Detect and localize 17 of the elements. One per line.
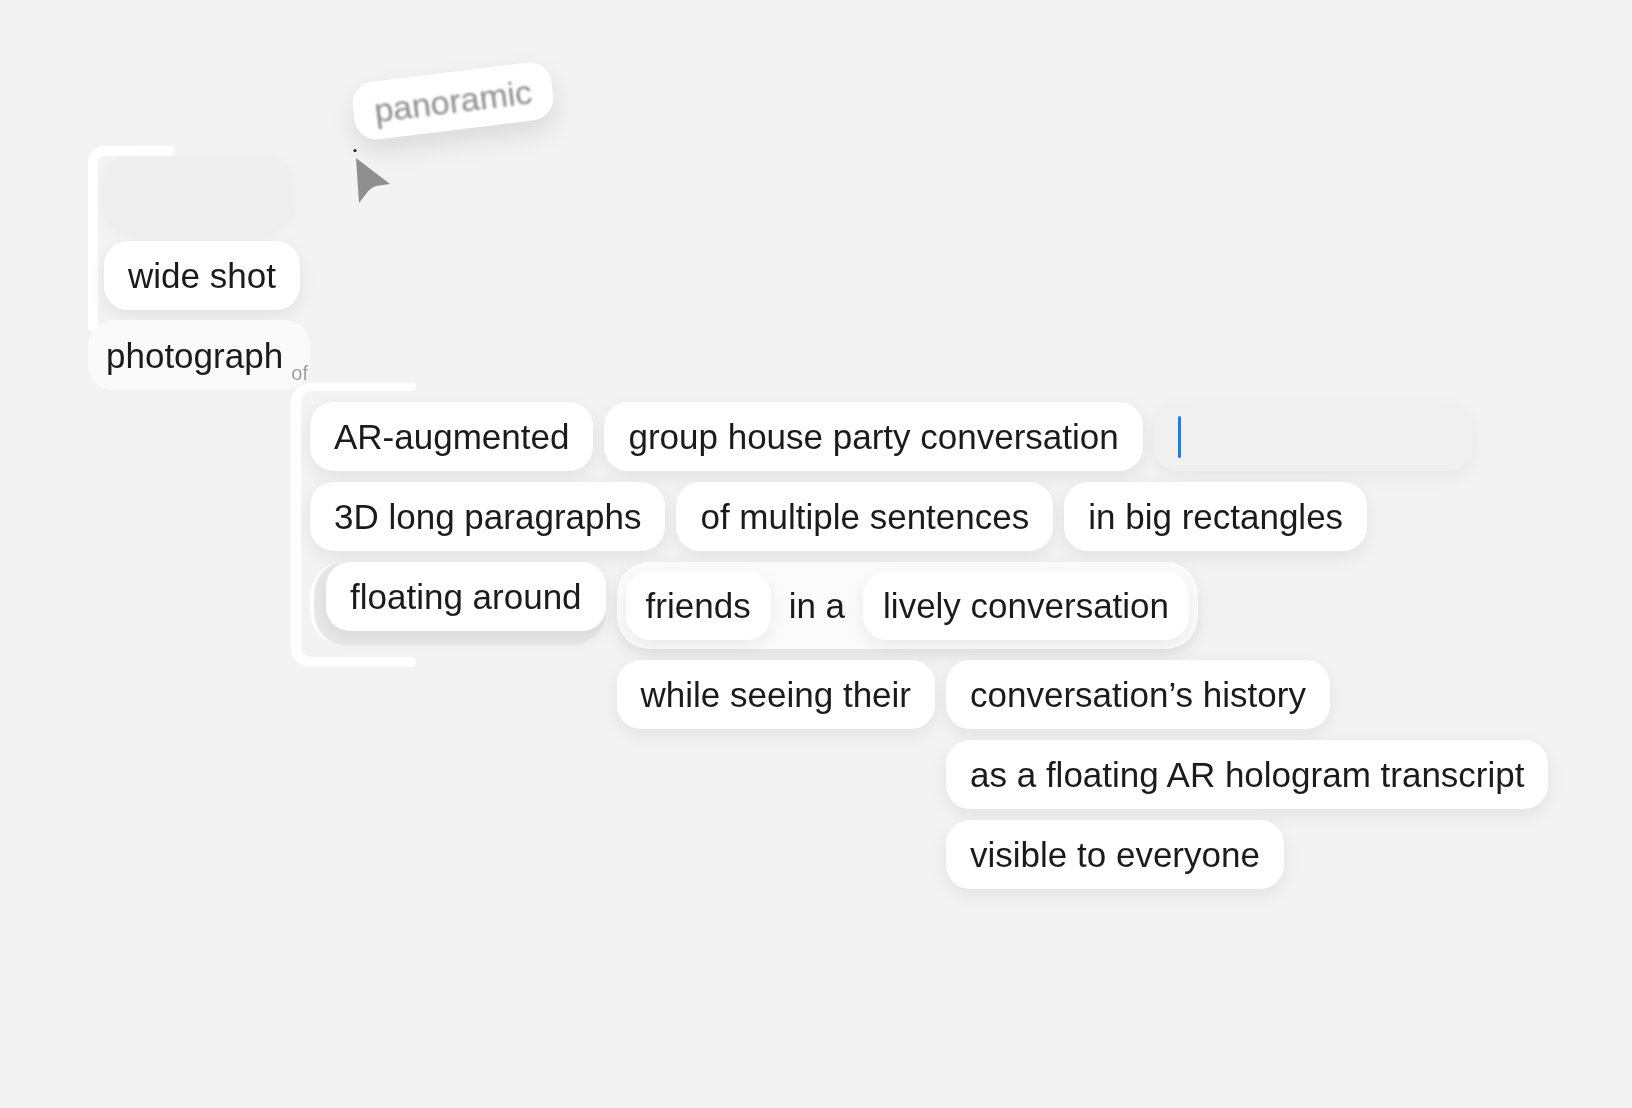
phrase-chip[interactable]: in big rectangles: [1064, 482, 1368, 551]
head-word[interactable]: photograph: [106, 337, 284, 373]
phrase-chip[interactable]: floating around: [326, 562, 606, 631]
phrase-chip[interactable]: while seeing their: [616, 660, 935, 729]
phrase-chip[interactable]: AR-augmented: [310, 402, 594, 471]
phrase-chip[interactable]: wide shot: [104, 241, 300, 310]
phrase-chip[interactable]: lively conversation: [863, 571, 1190, 640]
connector-word: of: [291, 363, 308, 383]
phrase-chip[interactable]: conversation’s history: [946, 660, 1330, 729]
phrase-chip[interactable]: group house party conversation: [604, 402, 1143, 471]
phrase-chip[interactable]: friends: [625, 571, 771, 640]
pointer-cursor-icon: [352, 148, 392, 204]
phrase-chip[interactable]: of multiple sentences: [676, 482, 1054, 551]
connector-word: in a: [788, 588, 846, 623]
phrase-chip[interactable]: 3D long paragraphs: [310, 482, 666, 551]
phrase-chip[interactable]: visible to everyone: [946, 820, 1284, 889]
phrase-chip[interactable]: as a floating AR hologram transcript: [946, 740, 1549, 809]
